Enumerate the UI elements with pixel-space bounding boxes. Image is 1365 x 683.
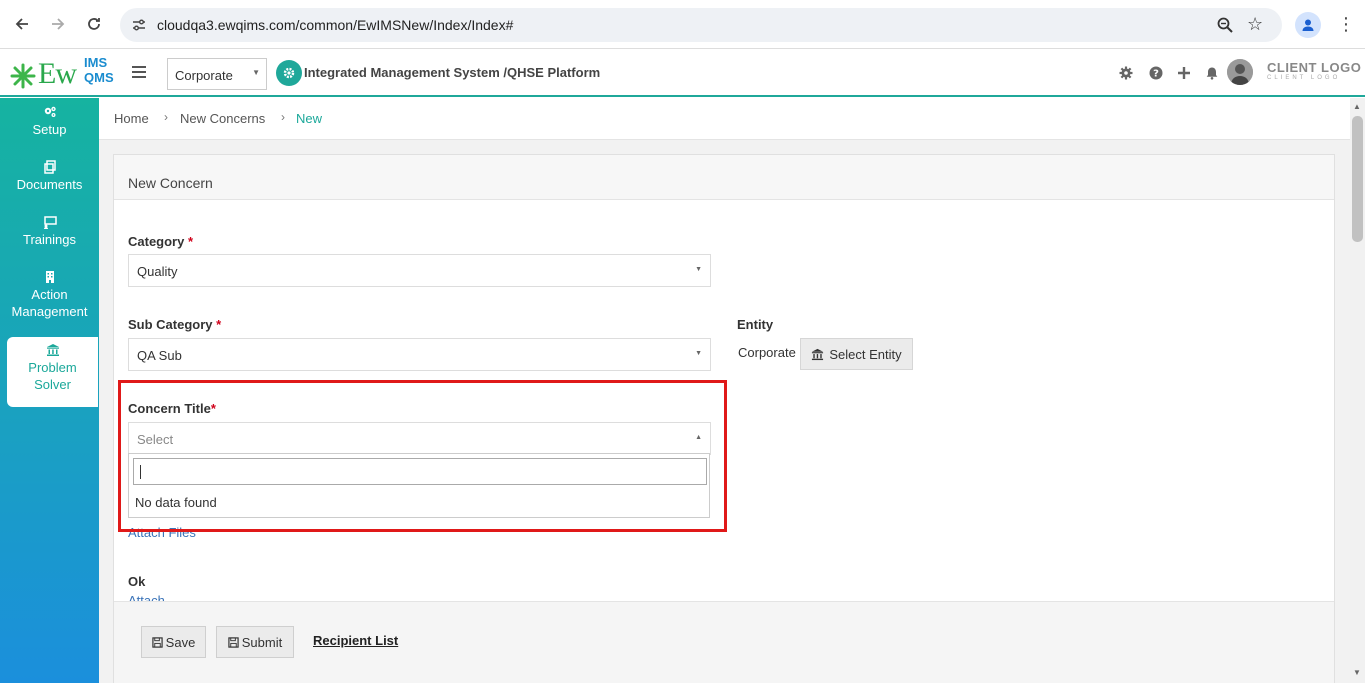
scroll-up-arrow-icon[interactable]: ▲ <box>1353 102 1361 111</box>
recipient-list-link[interactable]: Recipient List <box>313 633 398 648</box>
address-bar[interactable]: cloudqa3.ewqims.com/common/EwIMSNew/Inde… <box>120 8 1282 42</box>
organization-select-value: Corporate <box>175 68 233 83</box>
sidebar-item-label-line2: Management <box>11 304 88 319</box>
browser-toolbar: cloudqa3.ewqims.com/common/EwIMSNew/Inde… <box>0 0 1365 49</box>
logo-sup-text: IMS <box>84 55 108 70</box>
breadcrumb-chevron-icon: › <box>164 110 168 124</box>
back-arrow-icon[interactable] <box>10 12 34 36</box>
page-scrollbar[interactable]: ▲ ▼ <box>1350 98 1365 683</box>
profile-icon[interactable] <box>1295 12 1321 38</box>
bookmark-star-icon[interactable]: ☆ <box>1247 14 1263 35</box>
sidebar-item-label-line2: Solver <box>34 377 71 392</box>
app-gear-icon <box>276 60 302 86</box>
required-mark: * <box>216 317 222 332</box>
subcategory-select[interactable]: QA Sub ▼ <box>128 338 711 371</box>
app-header: Ew IMS QMS Corporate ▼ Integrated Manage… <box>0 49 1365 97</box>
save-button[interactable]: Save <box>141 626 206 658</box>
category-label: Category * <box>128 234 194 249</box>
sidebar-item-label: Action <box>31 287 68 302</box>
scrollbar-thumb[interactable] <box>1352 116 1363 242</box>
sidebar-item-label: Trainings <box>23 232 76 247</box>
client-logo-subtext: CLIENT LOGO <box>1267 75 1341 81</box>
app-title: Integrated Management System /QHSE Platf… <box>304 65 601 80</box>
chevron-down-icon: ▼ <box>695 266 702 273</box>
forward-arrow-icon[interactable] <box>46 12 70 36</box>
client-logo: CLIENT LOGO <box>1267 60 1362 75</box>
logo-text: Ew <box>38 57 77 90</box>
sidebar-item-label: Documents <box>16 177 83 192</box>
scroll-down-arrow-icon[interactable]: ▼ <box>1353 668 1361 677</box>
subcategory-label: Sub Category * <box>128 317 222 332</box>
sidebar-item-documents[interactable]: Documents <box>0 160 99 192</box>
building-icon <box>45 271 54 283</box>
sidebar-item-setup[interactable]: Setup <box>0 105 99 137</box>
chevron-down-icon: ▼ <box>252 68 260 77</box>
panel-title: New Concern <box>128 175 213 191</box>
presentation-icon <box>43 216 57 229</box>
highlight-annotation-box <box>118 380 727 532</box>
notification-bell-icon[interactable] <box>1204 65 1220 81</box>
entity-label: Entity <box>737 317 774 332</box>
form-footer: Save Submit Recipient List <box>114 601 1334 683</box>
entity-value: Corporate <box>738 345 796 360</box>
chevron-down-icon: ▼ <box>695 350 702 357</box>
user-avatar[interactable] <box>1227 59 1253 85</box>
sidebar-item-problem-solver[interactable]: Problem Solver <box>7 337 98 407</box>
sidebar-item-trainings[interactable]: Trainings <box>0 215 99 247</box>
zoom-icon[interactable] <box>1216 16 1234 34</box>
logo-burst-icon <box>10 63 36 89</box>
sidebar-item-label: Setup <box>32 122 67 137</box>
gears-icon <box>44 106 56 117</box>
breadcrumb-home[interactable]: Home <box>114 111 149 126</box>
select-entity-label: Select Entity <box>829 346 902 362</box>
site-settings-icon[interactable] <box>131 17 147 33</box>
browser-menu-icon[interactable]: ⋮ <box>1336 12 1356 36</box>
breadcrumb: Home › New Concerns › New <box>99 98 1350 140</box>
sidebar-item-action-management[interactable]: Action Management <box>0 270 99 319</box>
help-question-icon[interactable]: ? <box>1148 65 1164 81</box>
hamburger-menu-icon[interactable] <box>132 66 146 78</box>
sidebar-item-label: Problem <box>28 360 77 375</box>
settings-gear-icon[interactable] <box>1118 65 1134 81</box>
organization-select[interactable]: Corporate ▼ <box>167 58 267 90</box>
floppy-disk-icon <box>228 636 239 648</box>
submit-button[interactable]: Submit <box>216 626 294 658</box>
bank-icon <box>812 348 824 360</box>
svg-text:?: ? <box>1153 69 1159 80</box>
breadcrumb-new-concerns[interactable]: New Concerns <box>180 111 265 126</box>
breadcrumb-chevron-icon: › <box>281 110 285 124</box>
ok-label: Ok <box>128 574 146 589</box>
save-button-label: Save <box>165 634 196 650</box>
floppy-disk-icon <box>151 636 163 648</box>
category-select[interactable]: Quality ▼ <box>128 254 711 287</box>
category-select-value: Quality <box>137 264 178 279</box>
select-entity-button[interactable]: Select Entity <box>800 338 913 370</box>
submit-button-label: Submit <box>241 634 283 650</box>
copy-icon <box>43 160 56 174</box>
logo-sub-text: QMS <box>84 70 114 85</box>
bank-icon <box>46 344 59 356</box>
add-plus-icon[interactable] <box>1176 65 1192 81</box>
reload-icon[interactable] <box>82 12 106 36</box>
panel-header: New Concern <box>114 155 1334 200</box>
url-text[interactable]: cloudqa3.ewqims.com/common/EwIMSNew/Inde… <box>157 17 513 33</box>
breadcrumb-current: New <box>296 111 323 126</box>
subcategory-select-value: QA Sub <box>137 348 182 363</box>
required-mark: * <box>187 234 194 249</box>
sidebar: Setup Documents Trainings Action Managem… <box>0 98 99 683</box>
